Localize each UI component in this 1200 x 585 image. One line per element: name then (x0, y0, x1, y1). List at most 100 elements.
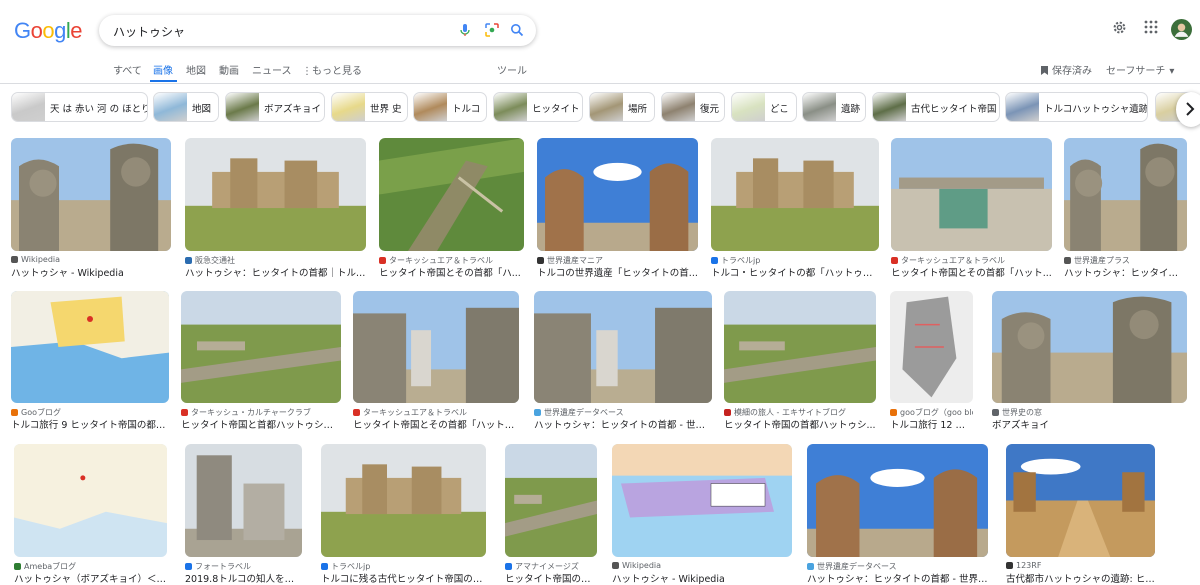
result-title[interactable]: ハットゥシャ - Wikipedia (612, 571, 792, 585)
image-result-card[interactable]: ターキッシュエア＆トラベル ヒッタイト帝国とその首都「ハット... (891, 138, 1052, 281)
image-result-card[interactable]: 世界遺産データベース ハットゥシャ：ヒッタイトの首都 - 世界遺... (807, 444, 988, 585)
search-box[interactable]: ハットゥシャ (99, 15, 536, 46)
result-source[interactable]: Wikipedia (11, 255, 171, 264)
result-title[interactable]: トルコの世界遺産「ヒッタイトの首... (537, 265, 698, 279)
result-title[interactable]: ハットゥシャ（ボアズキョイ）＜ヒ... (14, 571, 167, 585)
result-title[interactable]: ヒッタイト帝国の首都ハットゥシ... (724, 417, 876, 431)
image-result-card[interactable]: 模細の旅人 - エキサイトブログ ヒッタイト帝国の首都ハットゥシ... (724, 291, 876, 433)
gear-icon[interactable] (1112, 20, 1127, 35)
result-thumbnail[interactable] (534, 291, 712, 403)
tab-videos[interactable]: 動画 (219, 62, 239, 77)
result-title[interactable]: ハットゥシャ：ヒッタイトの首都 - 世界遺... (807, 571, 988, 585)
image-result-card[interactable]: 世界遺産マニア トルコの世界遺産「ヒッタイトの首... (537, 138, 698, 281)
image-result-card[interactable]: 123RF古代都市ハットゥシャの遺跡: ヒッタイト... (1006, 444, 1155, 585)
result-source-name: Wikipedia (622, 561, 662, 570)
result-title[interactable]: ハットゥシャ：ヒッタイトの首都 - 世界... (534, 417, 712, 431)
related-chip[interactable]: ボアズキョイ (225, 92, 325, 122)
result-thumbnail[interactable] (185, 138, 366, 251)
chips-next-button[interactable] (1176, 92, 1200, 127)
search-icon[interactable] (510, 23, 524, 37)
tab-images[interactable]: 画像 (153, 62, 173, 77)
image-result-card[interactable]: 世界史の窓 ボアズキョイ (992, 291, 1187, 433)
related-chip[interactable]: 地図 (153, 92, 219, 122)
related-chip[interactable]: 天 は 赤い 河 の ほとり (11, 92, 148, 122)
image-result-card[interactable]: gooブログ（goo blo...トルコ旅行 12 ヒッ... (890, 291, 973, 433)
google-logo[interactable]: Google (14, 18, 83, 44)
result-thumbnail[interactable] (1006, 444, 1155, 557)
image-result-card[interactable]: ターキッシュエア＆トラベル ヒッタイト帝国とその首都「ハットゥ... (353, 291, 519, 433)
result-title[interactable]: ヒッタイト帝国とその首都「ハットゥ... (353, 417, 519, 431)
result-source[interactable]: Wikipedia (612, 561, 792, 570)
result-title[interactable]: トルコ・ヒッタイトの都「ハットゥシ... (711, 265, 879, 279)
result-thumbnail[interactable] (992, 291, 1187, 403)
related-chip[interactable]: 遺跡 (802, 92, 866, 122)
image-result-card[interactable]: 阪急交通社 ハットゥシャ：ヒッタイトの首都｜トルコ... (185, 138, 366, 281)
result-thumbnail[interactable] (1064, 138, 1187, 251)
result-title[interactable]: ハットゥシャ - Wikipedia (11, 265, 171, 279)
related-chip[interactable]: ヒッタイト (493, 92, 583, 122)
result-thumbnail[interactable] (185, 444, 302, 557)
result-thumbnail[interactable] (11, 138, 171, 251)
result-title[interactable]: ヒッタイト帝国のハ... (505, 571, 597, 585)
avatar[interactable] (1171, 19, 1192, 40)
image-result-card[interactable]: Gooブログ トルコ旅行 9 ヒッタイト帝国の都「... (11, 291, 169, 433)
image-result-card[interactable]: Wikipedia ハットゥシャ - Wikipedia (612, 444, 792, 585)
result-thumbnail[interactable] (711, 138, 879, 251)
related-chip[interactable]: 復元 (661, 92, 725, 122)
result-title[interactable]: トルコ旅行 12 ヒッ... (890, 417, 973, 431)
tools-button[interactable]: ツール (497, 62, 527, 77)
result-thumbnail[interactable] (612, 444, 792, 557)
result-thumbnail[interactable] (537, 138, 698, 251)
lens-icon[interactable] (485, 23, 499, 37)
related-chip[interactable]: 古代ヒッタイト帝国 (872, 92, 1000, 122)
related-chip[interactable]: 場所 (589, 92, 655, 122)
related-chip[interactable]: トルコハットゥシャ遺跡 (1005, 92, 1148, 122)
chevron-right-icon (1186, 102, 1195, 116)
result-title[interactable]: ボアズキョイ (992, 417, 1187, 431)
result-title[interactable]: 2019.8トルコの知人を訪ね... (185, 571, 302, 585)
safesearch-button[interactable]: セーフサーチ ▾ (1106, 62, 1174, 77)
image-result-card[interactable]: アマナイメージズ ヒッタイト帝国のハ... (505, 444, 597, 585)
result-title[interactable]: トルコに残る古代ヒッタイト帝国の足... (321, 571, 486, 585)
image-result-card[interactable]: 世界遺産データベース ハットゥシャ：ヒッタイトの首都 - 世界... (534, 291, 712, 433)
image-result-card[interactable]: ターキッシュエア＆トラベル ヒッタイト帝国とその首都「ハ... (379, 138, 524, 281)
result-title[interactable]: ヒッタイト帝国と首都ハットゥシャ... (181, 417, 341, 431)
result-title[interactable]: トルコ旅行 9 ヒッタイト帝国の都「... (11, 417, 169, 431)
related-chip[interactable]: トルコ (413, 92, 487, 122)
tab-maps[interactable]: 地図 (186, 62, 206, 77)
result-thumbnail[interactable] (14, 444, 167, 557)
result-title[interactable]: ハットゥシャ：ヒッタイトの首都｜トルコ... (185, 265, 366, 279)
result-thumbnail[interactable] (379, 138, 524, 251)
related-chip[interactable]: どこ (731, 92, 797, 122)
tab-all[interactable]: すべて (113, 62, 142, 77)
mic-icon[interactable] (458, 23, 472, 37)
result-thumbnail[interactable] (807, 444, 988, 557)
result-thumbnail[interactable] (505, 444, 597, 557)
result-thumbnail[interactable] (11, 291, 169, 403)
related-chip[interactable]: 世界 史 (331, 92, 408, 122)
result-thumbnail[interactable] (890, 291, 973, 403)
result-thumbnail[interactable] (891, 138, 1052, 251)
apps-icon[interactable] (1144, 20, 1158, 34)
tab-news[interactable]: ニュース (252, 62, 292, 77)
result-title[interactable]: ヒッタイト帝国とその首都「ハット... (891, 265, 1052, 279)
result-thumbnail[interactable] (321, 444, 486, 557)
result-title[interactable]: 古代都市ハットゥシャの遺跡: ヒッタイト... (1006, 571, 1155, 585)
image-result-card[interactable]: Wikipedia ハットゥシャ - Wikipedia (11, 138, 171, 281)
result-title[interactable]: ヒッタイト帝国とその首都「ハ... (379, 265, 524, 279)
image-result-card[interactable]: ターキッシュ・カルチャークラブ ヒッタイト帝国と首都ハットゥシャ... (181, 291, 341, 433)
image-result-card[interactable]: トラベルjp トルコ・ヒッタイトの都「ハットゥシ... (711, 138, 879, 281)
favicon-icon (505, 563, 512, 570)
image-result-card[interactable]: フォートラベル 2019.8トルコの知人を訪ね... (185, 444, 302, 585)
result-thumbnail[interactable] (353, 291, 519, 403)
search-input[interactable]: ハットゥシャ (113, 23, 185, 40)
result-thumbnail[interactable] (181, 291, 341, 403)
saved-button[interactable]: 保存済み (1040, 62, 1092, 77)
result-source[interactable]: 123RF (1006, 561, 1155, 570)
result-title[interactable]: ハットゥシャ：ヒッタイト... (1064, 265, 1187, 279)
image-result-card[interactable]: トラベルjp トルコに残る古代ヒッタイト帝国の足... (321, 444, 486, 585)
tab-more[interactable]: ⋮もっと見る (302, 62, 362, 77)
image-result-card[interactable]: Amebaブログ ハットゥシャ（ボアズキョイ）＜ヒ... (14, 444, 167, 585)
result-thumbnail[interactable] (724, 291, 876, 403)
image-result-card[interactable]: 世界遺産プラス ハットゥシャ：ヒッタイト... (1064, 138, 1187, 281)
